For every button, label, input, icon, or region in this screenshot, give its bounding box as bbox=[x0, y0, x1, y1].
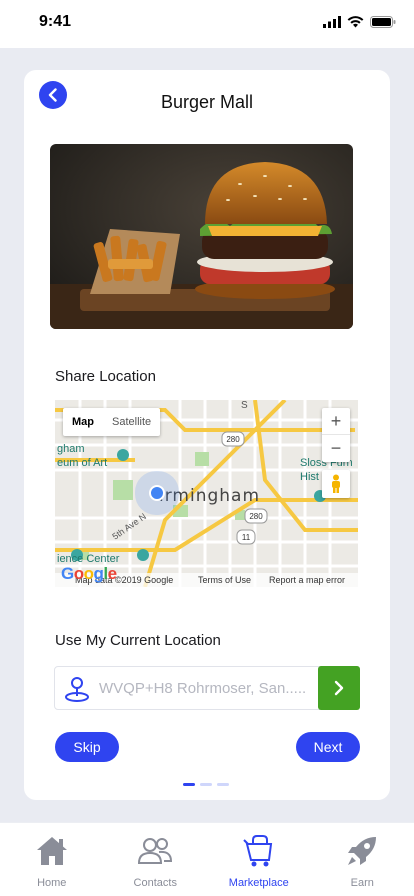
map-pin-icon bbox=[65, 677, 89, 702]
rocket-icon bbox=[344, 833, 380, 869]
street-view-button[interactable] bbox=[322, 470, 350, 498]
current-location-label: Use My Current Location bbox=[55, 632, 221, 649]
page-indicator bbox=[183, 783, 229, 786]
bottom-tab-bar: Home Contacts Marketplace Earn bbox=[0, 822, 414, 896]
pegman-icon bbox=[332, 474, 340, 493]
route-shield: 280 bbox=[226, 435, 240, 444]
page-title: Burger Mall bbox=[160, 92, 254, 112]
map-street-label: S bbox=[241, 400, 248, 411]
google-logo: Google bbox=[61, 564, 117, 583]
location-map[interactable]: gham eum of Art Sloss Furn Hist La ience… bbox=[55, 400, 358, 587]
map-type-map-button[interactable]: Map bbox=[63, 408, 103, 436]
location-card: Burger Mall Share Location gham eum of A… bbox=[24, 70, 390, 800]
wifi-icon bbox=[347, 16, 364, 28]
map-type-toggle: Map Satellite bbox=[63, 408, 161, 436]
submit-location-button[interactable] bbox=[318, 666, 360, 710]
map-poi-label: eum of Art bbox=[57, 457, 107, 469]
tab-contacts[interactable]: Contacts bbox=[104, 823, 208, 896]
page-dot bbox=[200, 783, 212, 786]
battery-icon bbox=[370, 16, 396, 28]
location-search-row bbox=[54, 666, 360, 710]
route-shield: 280 bbox=[249, 512, 263, 521]
tab-label: Marketplace bbox=[228, 877, 289, 889]
map-type-satellite-button[interactable]: Satellite bbox=[103, 408, 160, 436]
map-terms-link[interactable]: Terms of Use bbox=[198, 575, 251, 585]
next-button[interactable]: Next bbox=[296, 732, 360, 762]
tab-earn[interactable]: Earn bbox=[311, 823, 414, 896]
location-input[interactable] bbox=[99, 667, 315, 709]
map-poi-label: gham bbox=[57, 443, 85, 455]
tab-home[interactable]: Home bbox=[0, 823, 104, 896]
marketplace-cart-icon bbox=[241, 833, 277, 869]
chevron-right-icon bbox=[334, 680, 344, 696]
current-location-dot bbox=[149, 485, 165, 501]
zoom-in-button[interactable]: + bbox=[322, 408, 350, 435]
page-dot-active bbox=[183, 783, 195, 786]
zoom-controls: + − bbox=[322, 408, 350, 462]
tab-marketplace[interactable]: Marketplace bbox=[207, 823, 311, 896]
map-report-link[interactable]: Report a map error bbox=[269, 575, 345, 585]
map-city-label: irmingham bbox=[159, 486, 260, 506]
status-time: 9:41 bbox=[39, 13, 72, 30]
zoom-out-button[interactable]: − bbox=[322, 435, 350, 462]
share-location-label: Share Location bbox=[55, 368, 156, 385]
skip-button[interactable]: Skip bbox=[55, 732, 119, 762]
status-icons bbox=[323, 16, 396, 28]
tab-label: Contacts bbox=[133, 877, 177, 889]
tab-label: Home bbox=[37, 877, 67, 889]
contacts-icon bbox=[137, 833, 173, 869]
status-bar: 9:41 bbox=[0, 0, 414, 48]
route-shield: 11 bbox=[242, 533, 251, 542]
home-icon bbox=[34, 833, 70, 869]
tab-label: Earn bbox=[350, 877, 374, 889]
page-dot bbox=[217, 783, 229, 786]
burger-image bbox=[50, 144, 353, 329]
signal-icon bbox=[323, 16, 341, 28]
